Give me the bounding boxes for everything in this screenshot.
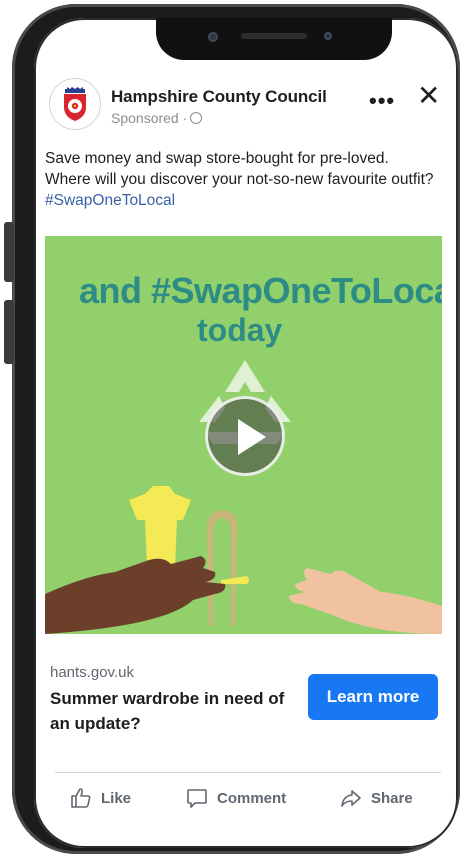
play-icon [238,419,266,455]
speaker-grille [241,33,307,39]
hands-swap-illustration [45,486,442,634]
globe-icon [190,112,203,124]
phone-notch [156,18,392,60]
comment-icon [187,789,207,808]
share-button[interactable]: Share [339,784,413,812]
actions-divider [55,772,441,773]
post-header: Hampshire County Council Sponsored · •••… [45,60,445,132]
video-headline-line2: today [197,312,283,348]
video-headline-line1: and #SwapOneToLocal [79,270,442,311]
close-icon[interactable]: ✕ [417,82,440,110]
hashtag-link[interactable]: #SwapOneToLocal [45,192,175,209]
volume-up-button [4,222,14,282]
share-icon [341,790,361,807]
comment-button[interactable]: Comment [185,784,286,812]
thumbs-up-icon [71,788,91,808]
link-preview[interactable]: hants.gov.uk Summer wardrobe in need of … [45,654,442,750]
sensor-icon [324,32,332,40]
learn-more-button[interactable]: Learn more [308,674,438,720]
sponsored-label: Sponsored · [111,110,203,126]
share-label: Share [371,789,413,807]
comment-label: Comment [217,789,287,807]
ad-video[interactable]: and #SwapOneToLocal today [45,236,442,634]
council-crest-icon [64,87,86,121]
link-title[interactable]: Summer wardrobe in need of an update? [50,686,300,736]
page-name-link[interactable]: Hampshire County Council [111,87,327,107]
link-domain: hants.gov.uk [50,664,134,681]
post-caption: Save money and swap store-bought for pre… [45,148,437,211]
more-options-icon[interactable]: ••• [369,90,395,112]
volume-down-button [4,300,14,364]
caption-text: Save money and swap store-bought for pre… [45,150,434,188]
page-logo[interactable] [49,78,101,130]
post-actions-bar: Like Comment Share [55,778,441,818]
front-camera-icon [208,32,218,42]
sponsored-text: Sponsored · [111,110,188,126]
play-button[interactable] [205,396,285,476]
like-button[interactable]: Like [69,784,131,812]
like-label: Like [101,789,132,807]
